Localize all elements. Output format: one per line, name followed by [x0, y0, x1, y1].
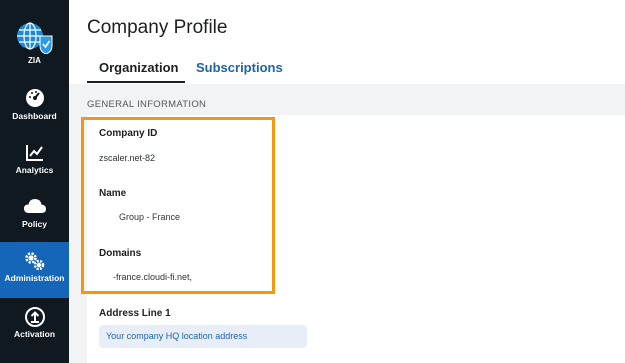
- address-line-1-label: Address Line 1: [99, 308, 171, 319]
- sidebar-item-administration[interactable]: Administration: [0, 242, 69, 298]
- gears-icon: [24, 252, 44, 271]
- address-line-1-input[interactable]: Your company HQ location address: [99, 325, 307, 348]
- sidebar-item-policy[interactable]: Policy: [0, 188, 69, 244]
- highlight-box: [81, 117, 275, 294]
- address-line-1-placeholder: Your company HQ location address: [106, 331, 248, 341]
- active-tab-indicator: [87, 81, 185, 83]
- upload-icon: [24, 307, 45, 327]
- page-title: Company Profile: [87, 17, 228, 38]
- tab-organization[interactable]: Organization: [99, 60, 178, 75]
- cloud-icon: [23, 199, 46, 213]
- sidebar-item-dashboard[interactable]: Dashboard: [0, 80, 69, 136]
- sidebar-item-label: Administration: [4, 273, 65, 283]
- sidebar-item-activation[interactable]: Activation: [0, 298, 69, 354]
- gauge-icon: [25, 89, 44, 107]
- section-header: GENERAL INFORMATION: [87, 99, 207, 110]
- line-chart-icon: [25, 145, 43, 161]
- main-content: Company Profile Organization Subscriptio…: [69, 0, 625, 363]
- tab-subscriptions[interactable]: Subscriptions: [196, 60, 283, 75]
- sidebar-item-label: Policy: [21, 219, 48, 229]
- sidebar-item-label: Analytics: [15, 165, 54, 175]
- sidebar-item-analytics[interactable]: Analytics: [0, 134, 69, 190]
- zia-logo[interactable]: ZIA: [0, 0, 69, 76]
- globe-icon: [17, 22, 53, 54]
- logo-label: ZIA: [28, 56, 41, 65]
- sidebar-item-label: Activation: [13, 329, 56, 339]
- sidebar-item-label: Dashboard: [12, 111, 57, 121]
- sidebar: ZIA Dashboard Analytics Policy Administr…: [0, 0, 69, 363]
